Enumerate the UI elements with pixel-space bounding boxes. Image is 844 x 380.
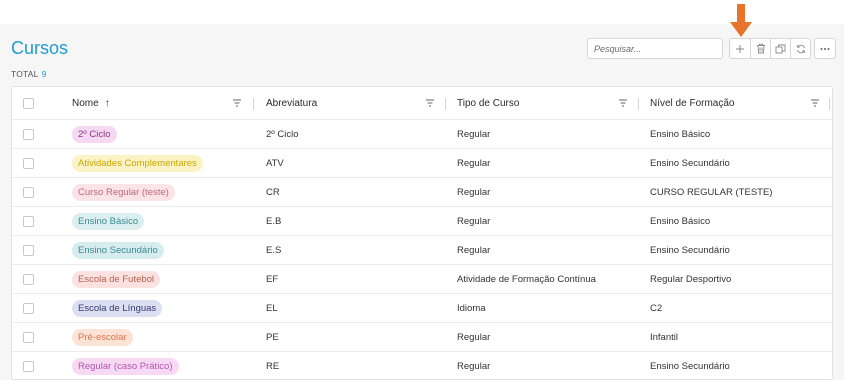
abbreviation-cell: EF — [266, 273, 279, 285]
row-checkbox[interactable] — [23, 120, 34, 148]
training-level-cell: CURSO REGULAR (TESTE) — [650, 186, 773, 198]
course-name-tag[interactable]: Curso Regular (teste) — [72, 183, 175, 201]
copy-icon — [775, 44, 786, 53]
refresh-button[interactable] — [790, 38, 811, 59]
course-type-cell: Regular — [457, 244, 491, 256]
table-header: Nome ↑ Abreviatura Tipo de Curso Nível d… — [12, 87, 832, 120]
duplicate-button[interactable] — [770, 38, 791, 59]
table-row[interactable]: Pré-escolar PE Regular Infantil — [12, 323, 832, 352]
abbreviation-cell: E.B — [266, 215, 282, 227]
column-label: Nível de Formação — [650, 97, 735, 109]
filter-icon[interactable] — [425, 98, 435, 108]
column-divider[interactable] — [445, 98, 446, 110]
toolbar — [729, 38, 836, 59]
training-level-cell: C2 — [650, 302, 663, 314]
column-header-abreviatura[interactable]: Abreviatura — [266, 87, 317, 119]
table-row[interactable]: Regular (caso Prático) RE Regular Ensino… — [12, 352, 832, 379]
course-name-tag[interactable]: Escola de Línguas — [72, 299, 163, 317]
courses-table: Nome ↑ Abreviatura Tipo de Curso Nível d… — [11, 86, 833, 380]
course-type-cell: Regular — [457, 360, 491, 372]
page-title: Cursos — [11, 38, 69, 58]
training-level-cell: Ensino Básico — [650, 128, 711, 140]
annotation-arrow-icon — [730, 4, 752, 37]
course-name-tag[interactable]: Atividades Complementares — [72, 154, 203, 172]
column-header-tipo-de-curso[interactable]: Tipo de Curso — [457, 87, 519, 119]
row-checkbox[interactable] — [23, 236, 34, 264]
filter-icon[interactable] — [232, 98, 242, 108]
training-level-cell: Ensino Básico — [650, 215, 711, 227]
abbreviation-cell: ATV — [266, 157, 284, 169]
table-row[interactable]: Escola de Línguas EL Idioma C2 — [12, 294, 832, 323]
training-level-cell: Infantil — [650, 331, 678, 343]
course-name-tag[interactable]: Ensino Secundário — [72, 241, 164, 259]
column-label: Nome — [72, 97, 99, 109]
course-type-cell: Idioma — [457, 302, 486, 314]
training-level-cell: Ensino Secundário — [650, 244, 730, 256]
delete-button[interactable] — [750, 38, 771, 59]
abbreviation-cell: EL — [266, 302, 278, 314]
training-level-cell: Ensino Secundário — [650, 157, 730, 169]
sort-ascending-icon: ↑ — [104, 97, 110, 109]
column-header-nome[interactable]: Nome ↑ — [72, 87, 110, 119]
course-type-cell: Regular — [457, 215, 491, 227]
training-level-cell: Regular Desportivo — [650, 273, 732, 285]
column-label: Abreviatura — [266, 97, 318, 109]
column-divider[interactable] — [253, 98, 254, 110]
add-button[interactable] — [729, 38, 751, 59]
row-checkbox[interactable] — [23, 265, 34, 293]
course-name-tag[interactable]: 2º Ciclo — [72, 125, 117, 143]
abbreviation-cell: E.S — [266, 244, 282, 256]
search-input[interactable] — [587, 38, 723, 59]
refresh-icon — [796, 44, 805, 53]
abbreviation-cell: RE — [266, 360, 280, 372]
row-checkbox[interactable] — [23, 149, 34, 177]
more-icon — [820, 47, 830, 50]
course-name-tag[interactable]: Regular (caso Prático) — [72, 357, 179, 375]
table-row[interactable]: Atividades Complementares ATV Regular En… — [12, 149, 832, 178]
table-row[interactable]: Ensino Secundário E.S Regular Ensino Sec… — [12, 236, 832, 265]
row-checkbox[interactable] — [23, 178, 34, 206]
trash-icon — [756, 43, 765, 54]
total-label: TOTAL — [11, 69, 39, 79]
select-all-checkbox[interactable] — [23, 87, 34, 119]
course-type-cell: Regular — [457, 331, 491, 343]
abbreviation-cell: CR — [266, 186, 280, 198]
row-checkbox[interactable] — [23, 207, 34, 235]
abbreviation-cell: 2º Ciclo — [266, 128, 299, 140]
row-checkbox[interactable] — [23, 294, 34, 322]
course-type-cell: Regular — [457, 128, 491, 140]
table-row[interactable]: 2º Ciclo 2º Ciclo Regular Ensino Básico — [12, 120, 832, 149]
top-band — [0, 0, 844, 24]
column-header-nivel-de-formacao[interactable]: Nível de Formação — [650, 87, 734, 119]
course-type-cell: Regular — [457, 186, 491, 198]
course-name-tag[interactable]: Ensino Básico — [72, 212, 145, 230]
column-divider[interactable] — [638, 98, 639, 110]
abbreviation-cell: PE — [266, 331, 279, 343]
total-value: 9 — [41, 69, 47, 79]
course-name-tag[interactable]: Pré-escolar — [72, 328, 133, 346]
course-name-tag[interactable]: Escola de Futebol — [72, 270, 161, 288]
training-level-cell: Ensino Secundário — [650, 360, 730, 372]
course-type-cell: Atividade de Formação Contínua — [457, 273, 596, 285]
filter-icon[interactable] — [810, 98, 820, 108]
row-checkbox[interactable] — [23, 323, 34, 351]
add-icon — [736, 44, 744, 53]
table-row[interactable]: Ensino Básico E.B Regular Ensino Básico — [12, 207, 832, 236]
course-type-cell: Regular — [457, 157, 491, 169]
filter-icon[interactable] — [618, 98, 628, 108]
table-row[interactable]: Escola de Futebol EF Atividade de Formaç… — [12, 265, 832, 294]
column-label: Tipo de Curso — [457, 97, 520, 109]
total-count: TOTAL 9 — [11, 69, 47, 79]
table-row[interactable]: Curso Regular (teste) CR Regular CURSO R… — [12, 178, 832, 207]
more-button[interactable] — [814, 38, 836, 59]
row-checkbox[interactable] — [23, 352, 34, 379]
column-divider[interactable] — [829, 98, 830, 110]
